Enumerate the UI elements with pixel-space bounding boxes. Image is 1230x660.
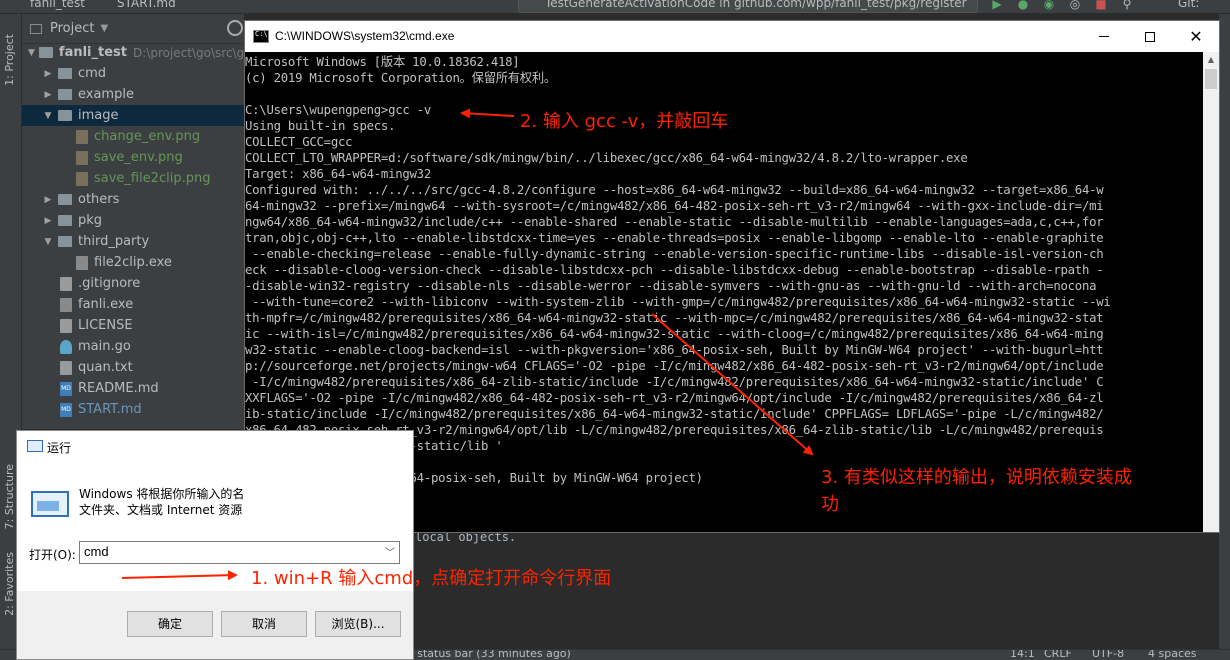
arrow-step2 bbox=[460, 108, 515, 119]
annotation-arrows bbox=[121, 108, 814, 581]
arrow-step3 bbox=[651, 313, 814, 456]
annotation-step3-line2: 功 bbox=[821, 494, 839, 515]
annotation-step1: 1. win+R 输入cmd，点确定打开命令行界面 bbox=[251, 568, 612, 589]
arrow-step1 bbox=[121, 570, 238, 581]
annotation-step3-line1: 3. 有类似这样的输出，说明依赖安装成 bbox=[821, 467, 1132, 488]
annotation-step2: 2. 输入 gcc -v，并敲回车 bbox=[520, 111, 729, 132]
